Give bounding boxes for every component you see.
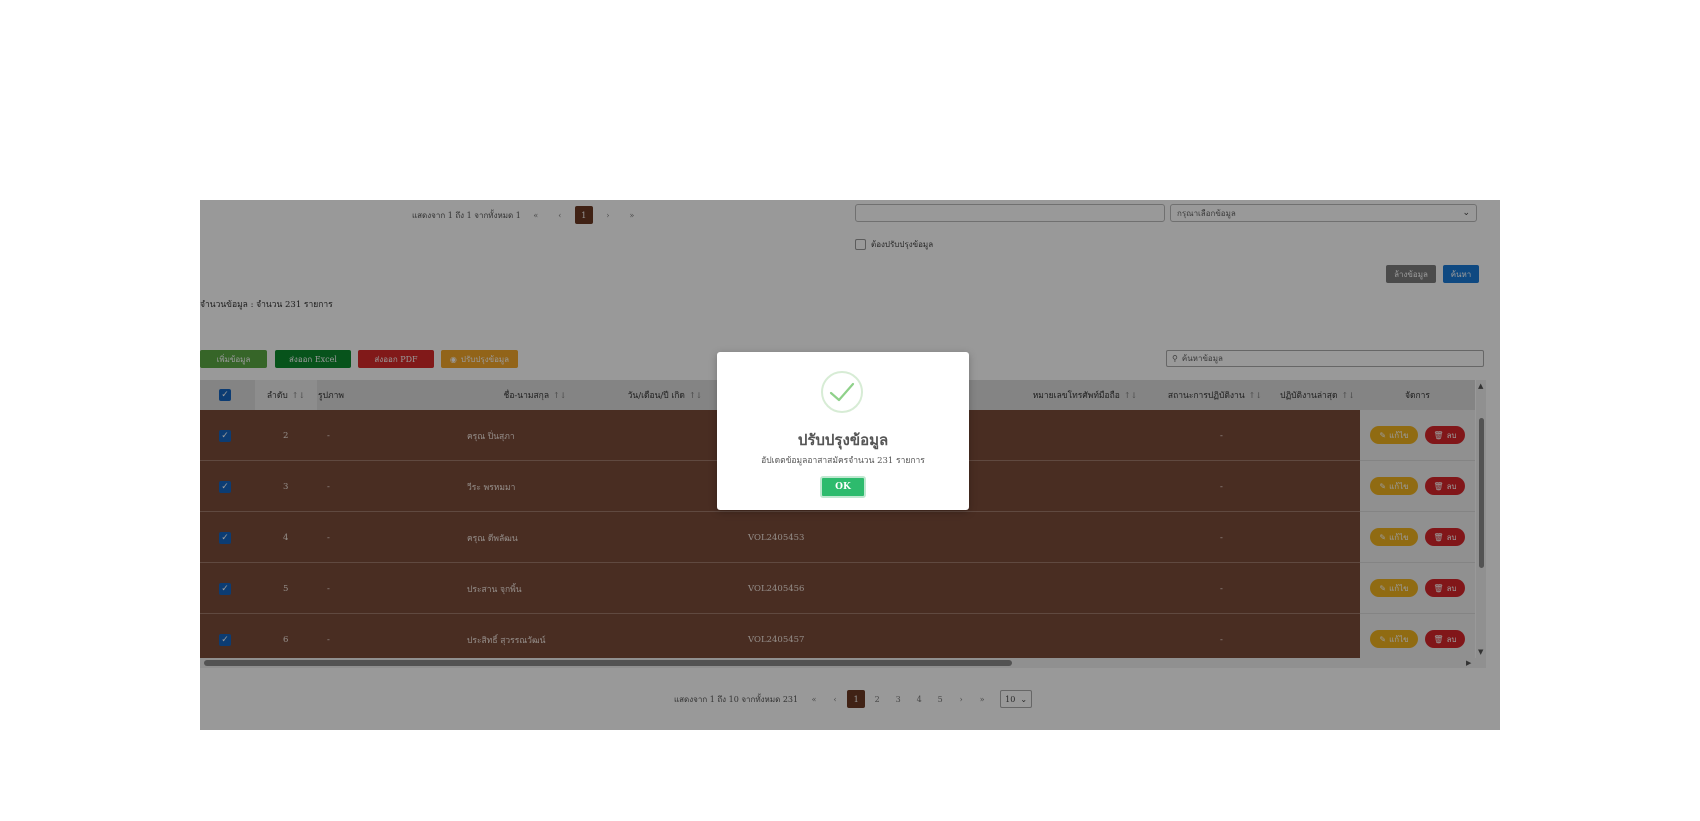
success-dialog: ปรับปรุงข้อมูล อัปเดตข้อมูลอาสาสมัครจำนว… <box>717 352 969 510</box>
dialog-title: ปรับปรุงข้อมูล <box>797 431 889 449</box>
viewport: แสดงจาก 1 ถึง 1 จากทั้งหมด 1 « ‹ 1 › » ก… <box>0 0 1700 821</box>
ok-button[interactable]: OK <box>820 476 866 498</box>
success-check-icon <box>821 371 863 413</box>
dialog-message: อัปเดตข้อมูลอาสาสมัครจำนวน 231 รายการ <box>761 456 925 466</box>
